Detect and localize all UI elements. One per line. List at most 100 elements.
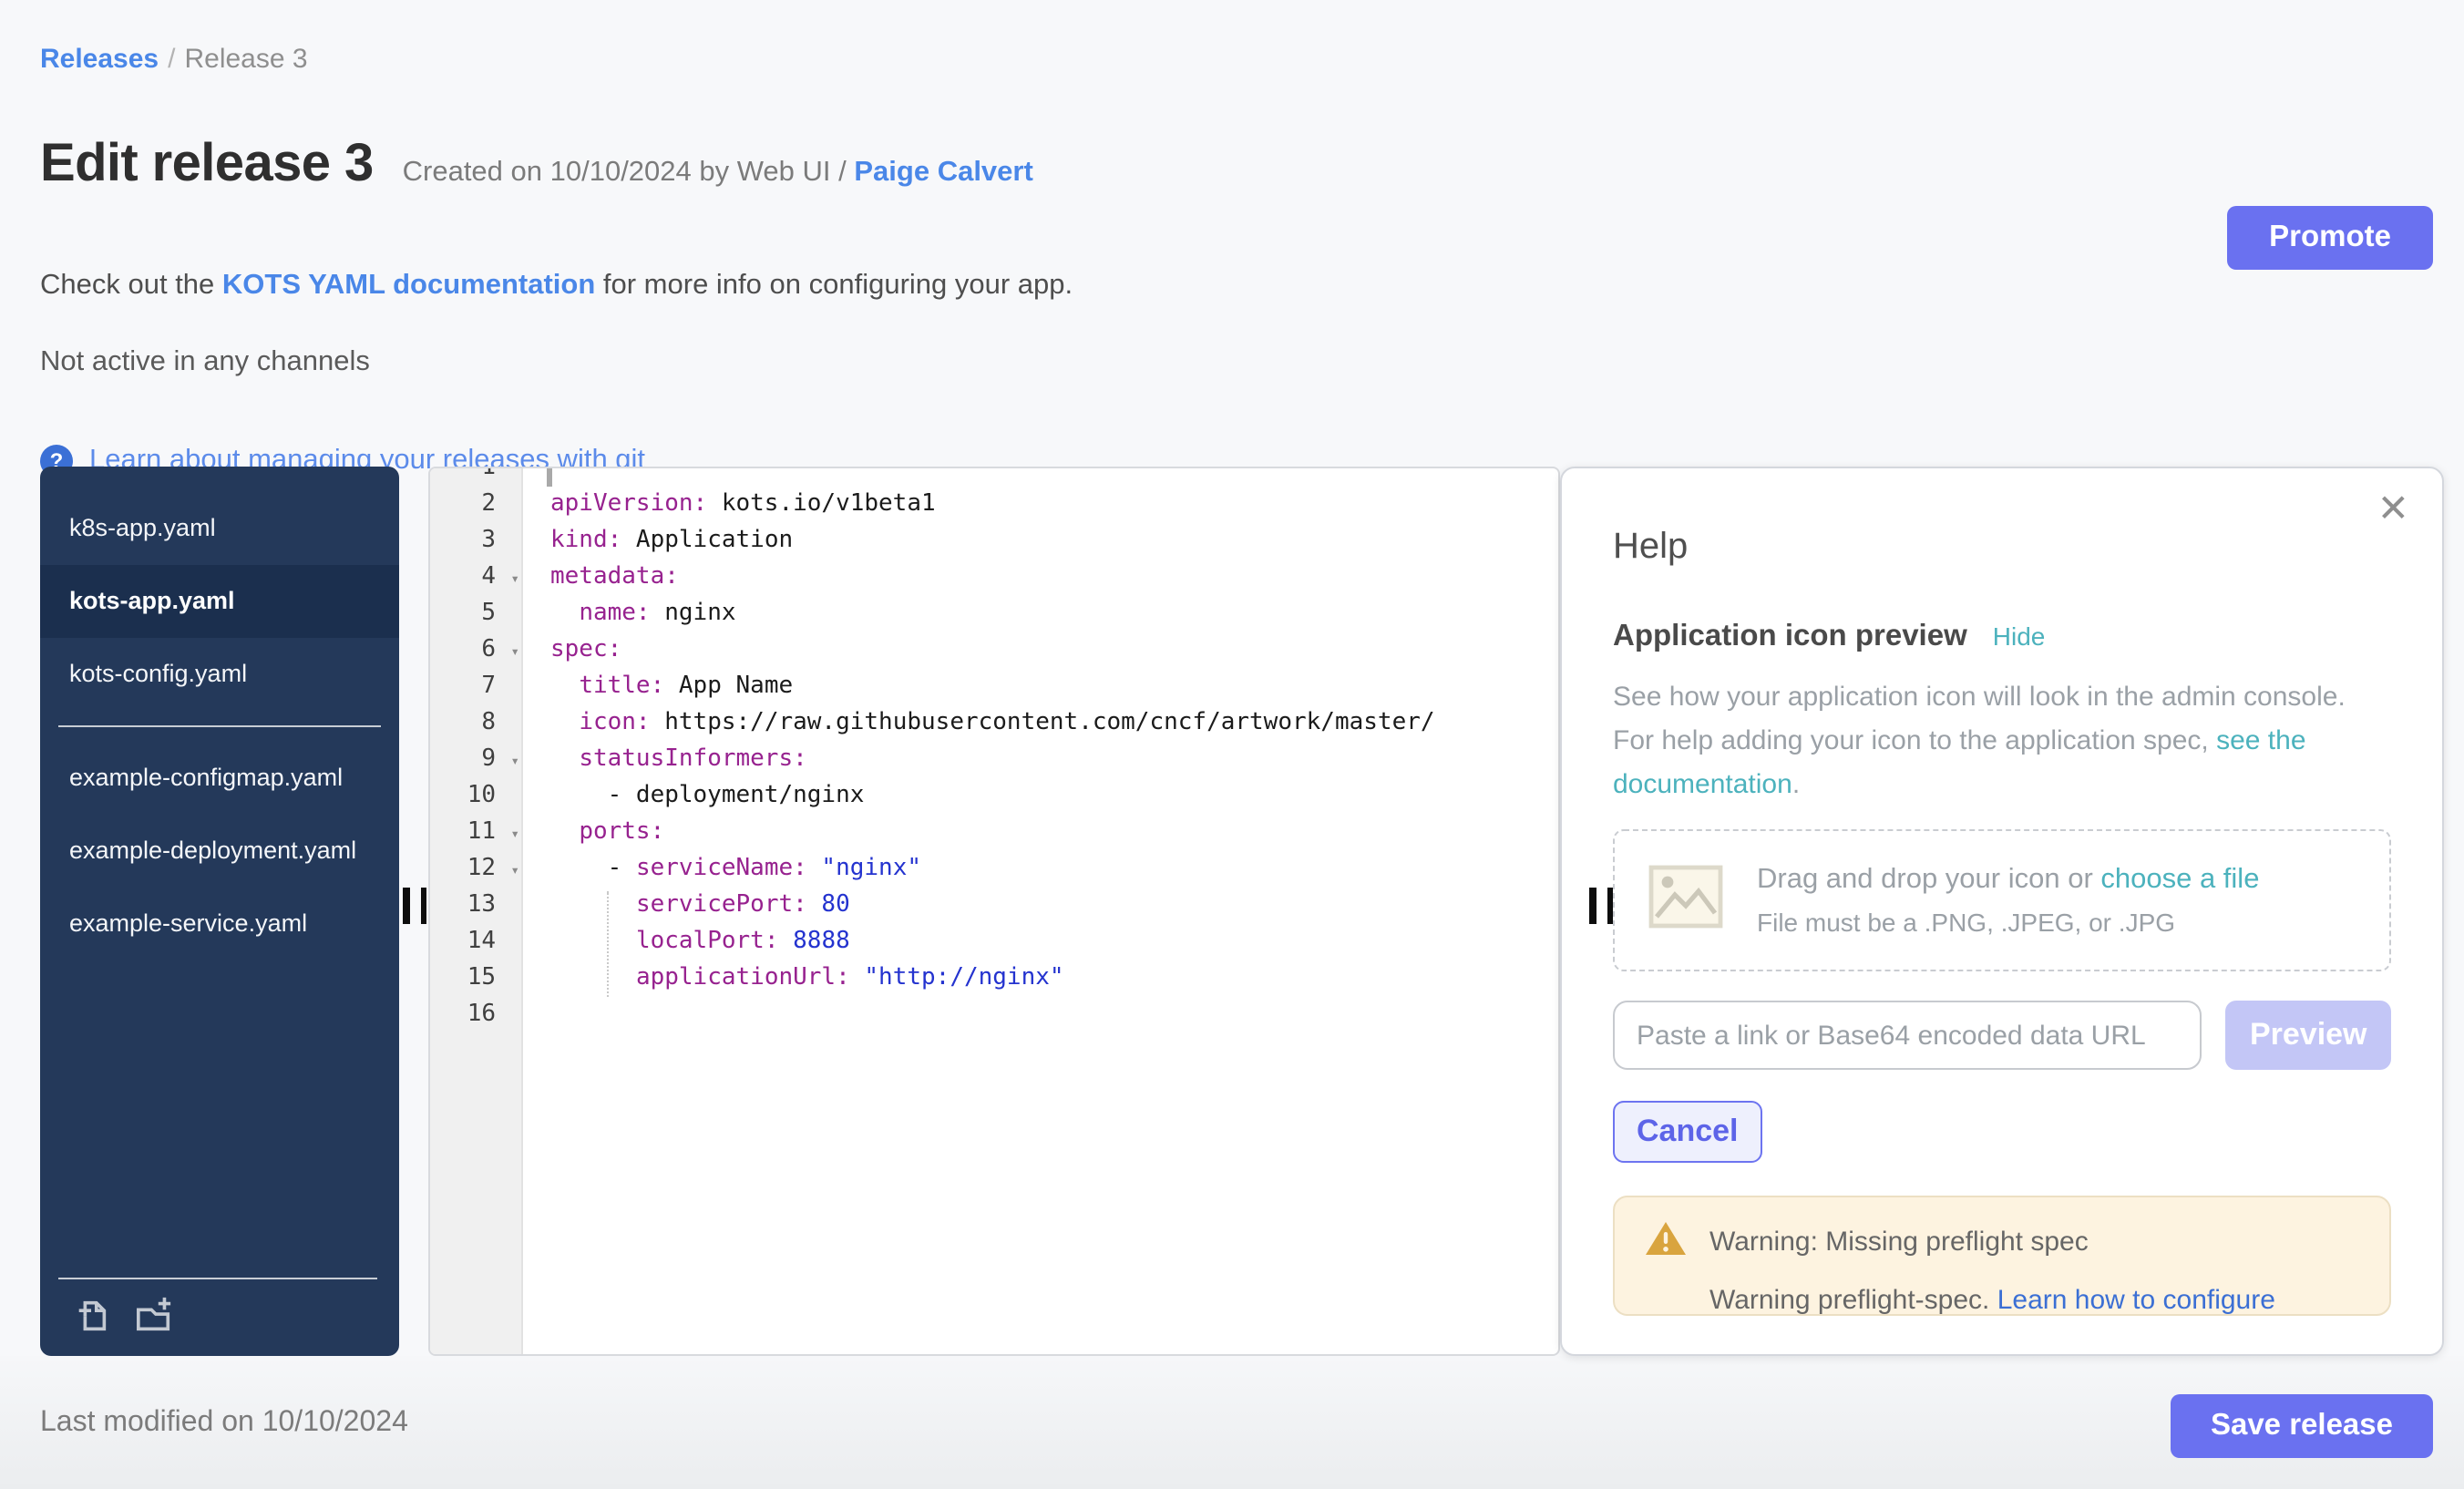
code-text: localPort: 8888 <box>521 924 1493 960</box>
line-number: 2 <box>430 487 521 523</box>
file-item-kots-config-yaml[interactable]: kots-config.yaml <box>40 638 399 711</box>
code-text: statusInformers: <box>521 742 1493 778</box>
file-tree-sidebar: k8s-app.yamlkots-app.yamlkots-config.yam… <box>40 467 399 1356</box>
line-number: 15 <box>430 960 521 997</box>
pane-resize-handle-right[interactable] <box>1589 888 1613 924</box>
code-line[interactable]: 9▾ statusInformers: <box>430 742 1558 778</box>
code-text: kind: Application <box>521 523 1493 560</box>
breadcrumb: Releases/Release 3 <box>40 44 308 75</box>
code-line[interactable]: 11▾ ports: <box>430 815 1558 851</box>
created-info: Created on 10/10/2024 by Web UI / Paige … <box>403 157 1033 190</box>
line-number: 1 <box>430 467 521 487</box>
line-number: 10 <box>430 778 521 815</box>
drop-text: Drag and drop your icon or <box>1757 864 2100 895</box>
new-folder-icon[interactable] <box>133 1296 175 1334</box>
code-text: applicationUrl: "http://nginx" <box>521 960 1493 997</box>
yaml-editor[interactable]: 1---2apiVersion: kots.io/v1beta13kind: A… <box>428 467 1560 1356</box>
icon-dropzone[interactable]: Drag and drop your icon or choose a file… <box>1613 829 2391 971</box>
line-number: 14 <box>430 924 521 960</box>
code-text: apiVersion: kots.io/v1beta1 <box>521 487 1493 523</box>
breadcrumb-separator: / <box>168 44 175 75</box>
line-number: 16 <box>430 997 521 1033</box>
intro-text: Check out the KOTS YAML documentation fo… <box>40 270 1073 303</box>
code-line[interactable]: 4▾metadata: <box>430 560 1558 596</box>
code-line[interactable]: 5 name: nginx <box>430 596 1558 632</box>
icon-preview-title: Application icon preview <box>1613 620 1967 654</box>
kots-yaml-doc-link[interactable]: KOTS YAML documentation <box>222 270 595 301</box>
hide-link[interactable]: Hide <box>1993 621 2046 651</box>
code-line[interactable]: 16 <box>430 997 1558 1033</box>
line-number: 12▾ <box>430 851 521 888</box>
code-text: spec: <box>521 632 1493 669</box>
choose-file-link[interactable]: choose a file <box>2100 864 2259 895</box>
file-item-kots-app-yaml[interactable]: kots-app.yaml <box>40 565 399 638</box>
code-lines: 1---2apiVersion: kots.io/v1beta13kind: A… <box>430 467 1558 1033</box>
file-item-example-service-yaml[interactable]: example-service.yaml <box>40 888 399 960</box>
code-line[interactable]: 14 localPort: 8888 <box>430 924 1558 960</box>
icon-url-row: Preview <box>1613 1001 2391 1070</box>
code-text: - serviceName: "nginx" <box>521 851 1493 888</box>
line-number: 3 <box>430 523 521 560</box>
preview-button[interactable]: Preview <box>2226 1001 2392 1070</box>
code-text: metadata: <box>521 560 1493 596</box>
breadcrumb-releases-link[interactable]: Releases <box>40 44 159 75</box>
code-text: --- <box>521 467 1493 487</box>
code-text: name: nginx <box>521 596 1493 632</box>
dropzone-text: Drag and drop your icon or choose a file <box>1757 864 2259 897</box>
file-list: k8s-app.yamlkots-app.yamlkots-config.yam… <box>40 467 399 960</box>
code-text: servicePort: 80 <box>521 888 1493 924</box>
fold-arrow-icon[interactable]: ▾ <box>510 816 519 853</box>
line-number: 6▾ <box>430 632 521 669</box>
code-line[interactable]: 8 icon: https://raw.githubusercontent.co… <box>430 705 1558 742</box>
page: Releases/Release 3 Edit release 3 Create… <box>0 0 2464 1489</box>
code-line[interactable]: 1--- <box>430 467 1558 487</box>
warning-detail: Warning preflight-spec. Learn how to con… <box>1644 1285 2360 1316</box>
channel-status: Not active in any channels <box>40 346 370 379</box>
code-line[interactable]: 10 - deployment/nginx <box>430 778 1558 815</box>
editor-cursor <box>547 468 551 487</box>
fold-arrow-icon[interactable]: ▾ <box>510 853 519 889</box>
fold-arrow-icon[interactable]: ▾ <box>510 561 519 598</box>
line-number: 4▾ <box>430 560 521 596</box>
code-text: icon: https://raw.githubusercontent.com/… <box>521 705 1493 742</box>
file-list-divider <box>58 725 381 727</box>
code-line[interactable]: 12▾ - serviceName: "nginx" <box>430 851 1558 888</box>
warning-icon <box>1644 1219 1688 1265</box>
code-line[interactable]: 13 servicePort: 80 <box>430 888 1558 924</box>
code-line[interactable]: 2apiVersion: kots.io/v1beta1 <box>430 487 1558 523</box>
file-item-example-deployment-yaml[interactable]: example-deployment.yaml <box>40 815 399 888</box>
new-file-icon[interactable] <box>73 1296 111 1334</box>
title-row: Edit release 3 Created on 10/10/2024 by … <box>40 135 1033 195</box>
image-placeholder-icon <box>1648 863 1724 938</box>
desc-period: . <box>1792 769 1800 800</box>
learn-configure-link[interactable]: Learn how to configure <box>1997 1285 2275 1316</box>
file-item-k8s-app-yaml[interactable]: k8s-app.yaml <box>40 492 399 565</box>
icon-preview-description: See how your application icon will look … <box>1613 676 2349 807</box>
line-number: 5 <box>430 596 521 632</box>
fold-arrow-icon[interactable]: ▾ <box>510 634 519 671</box>
code-line[interactable]: 3kind: Application <box>430 523 1558 560</box>
code-text: - deployment/nginx <box>521 778 1493 815</box>
icon-url-input[interactable] <box>1613 1001 2202 1070</box>
save-release-button[interactable]: Save release <box>2171 1394 2433 1458</box>
line-number: 11▾ <box>430 815 521 851</box>
close-icon[interactable]: ✕ <box>2377 487 2409 530</box>
code-line[interactable]: 6▾spec: <box>430 632 1558 669</box>
created-author-link[interactable]: Paige Calvert <box>854 157 1032 188</box>
intro-before: Check out the <box>40 270 222 301</box>
line-number: 13 <box>430 888 521 924</box>
help-panel-title: Help <box>1613 527 2391 569</box>
code-text: ports: <box>521 815 1493 851</box>
code-text: title: App Name <box>521 669 1493 705</box>
file-item-example-configmap-yaml[interactable]: example-configmap.yaml <box>40 742 399 815</box>
promote-button[interactable]: Promote <box>2227 206 2433 270</box>
fold-arrow-icon[interactable]: ▾ <box>510 744 519 780</box>
cancel-button[interactable]: Cancel <box>1613 1101 1762 1163</box>
code-line[interactable]: 15 applicationUrl: "http://nginx" <box>430 960 1558 997</box>
code-line[interactable]: 7 title: App Name <box>430 669 1558 705</box>
preflight-warning: Warning: Missing preflight spec Warning … <box>1613 1196 2391 1316</box>
help-panel: ✕ Help Application icon preview Hide See… <box>1560 467 2444 1356</box>
line-number: 9▾ <box>430 742 521 778</box>
pane-resize-handle-left[interactable] <box>403 888 426 924</box>
last-modified-text: Last modified on 10/10/2024 <box>40 1407 408 1440</box>
